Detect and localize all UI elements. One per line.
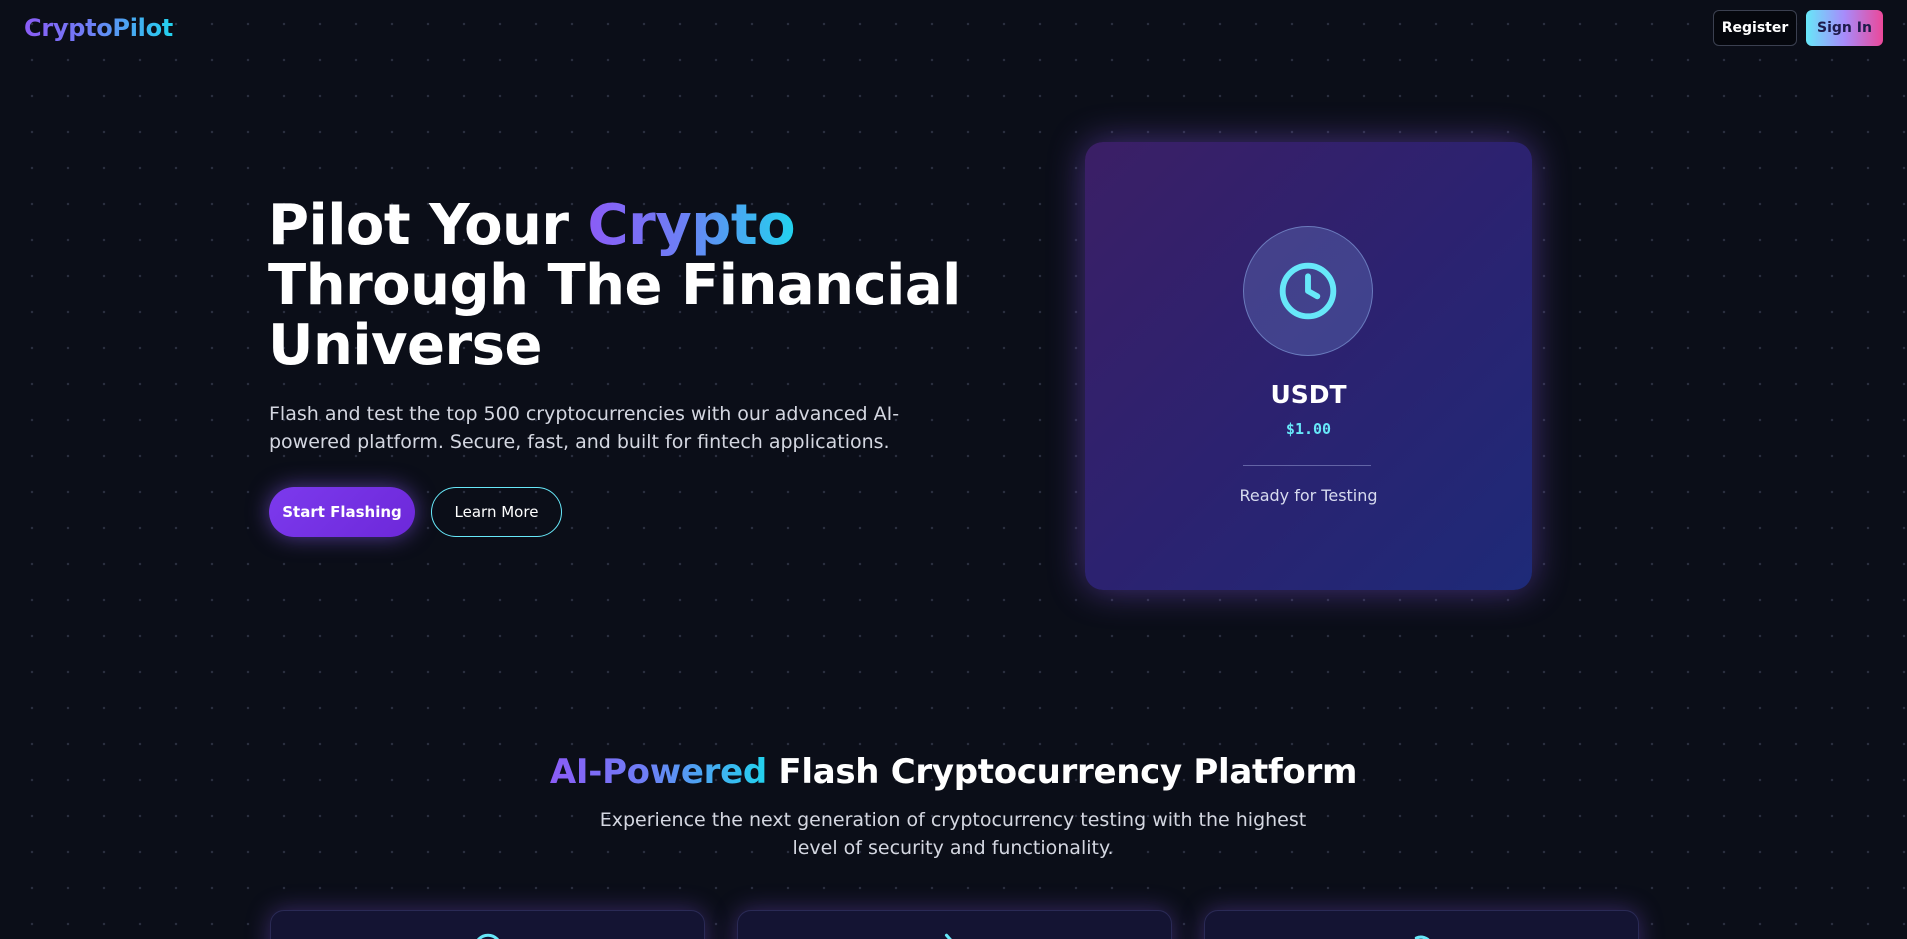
coin-divider <box>1243 465 1371 466</box>
hero-title-line-1: Pilot Your Crypto <box>268 196 988 256</box>
hero-title: Pilot Your Crypto Through The Financial … <box>268 196 988 376</box>
feature-icon-2 <box>944 933 952 939</box>
coin-name: USDT <box>1270 380 1347 409</box>
coin-price: $1.00 <box>1285 420 1332 438</box>
feature-card[interactable] <box>270 910 705 939</box>
hero-title-line-2: Through The Financial <box>268 253 961 318</box>
coin-icon-circle <box>1243 226 1373 356</box>
feature-icon-3 <box>1414 935 1430 939</box>
features-description: Experience the next generation of crypto… <box>599 809 1307 859</box>
logo[interactable]: CryptoPilot <box>24 14 173 42</box>
hero-title-highlight: Crypto <box>587 193 796 258</box>
learn-more-button[interactable]: Learn More <box>431 487 562 537</box>
coin-card: USDT $1.00 Ready for Testing <box>1085 142 1532 590</box>
feature-icon-1 <box>476 933 500 939</box>
sign-in-button[interactable]: Sign In <box>1806 10 1883 46</box>
features-title-rest: Flash Cryptocurrency Platform <box>766 752 1358 792</box>
feature-card[interactable] <box>1204 910 1639 939</box>
features-title-highlight: AI-Powered <box>549 752 767 792</box>
hero-title-line-3: Universe <box>268 313 542 378</box>
coin-status: Ready for Testing <box>1239 486 1378 505</box>
register-button[interactable]: Register <box>1713 10 1797 46</box>
features-title: AI-Powered Flash Cryptocurrency Platform <box>0 752 1907 792</box>
hero-title-part1: Pilot Your <box>268 193 588 258</box>
clock-icon <box>1279 262 1337 320</box>
hero-description: Flash and test the top 500 cryptocurrenc… <box>269 403 900 453</box>
start-flashing-button[interactable]: Start Flashing <box>269 487 415 537</box>
feature-card[interactable] <box>737 910 1172 939</box>
